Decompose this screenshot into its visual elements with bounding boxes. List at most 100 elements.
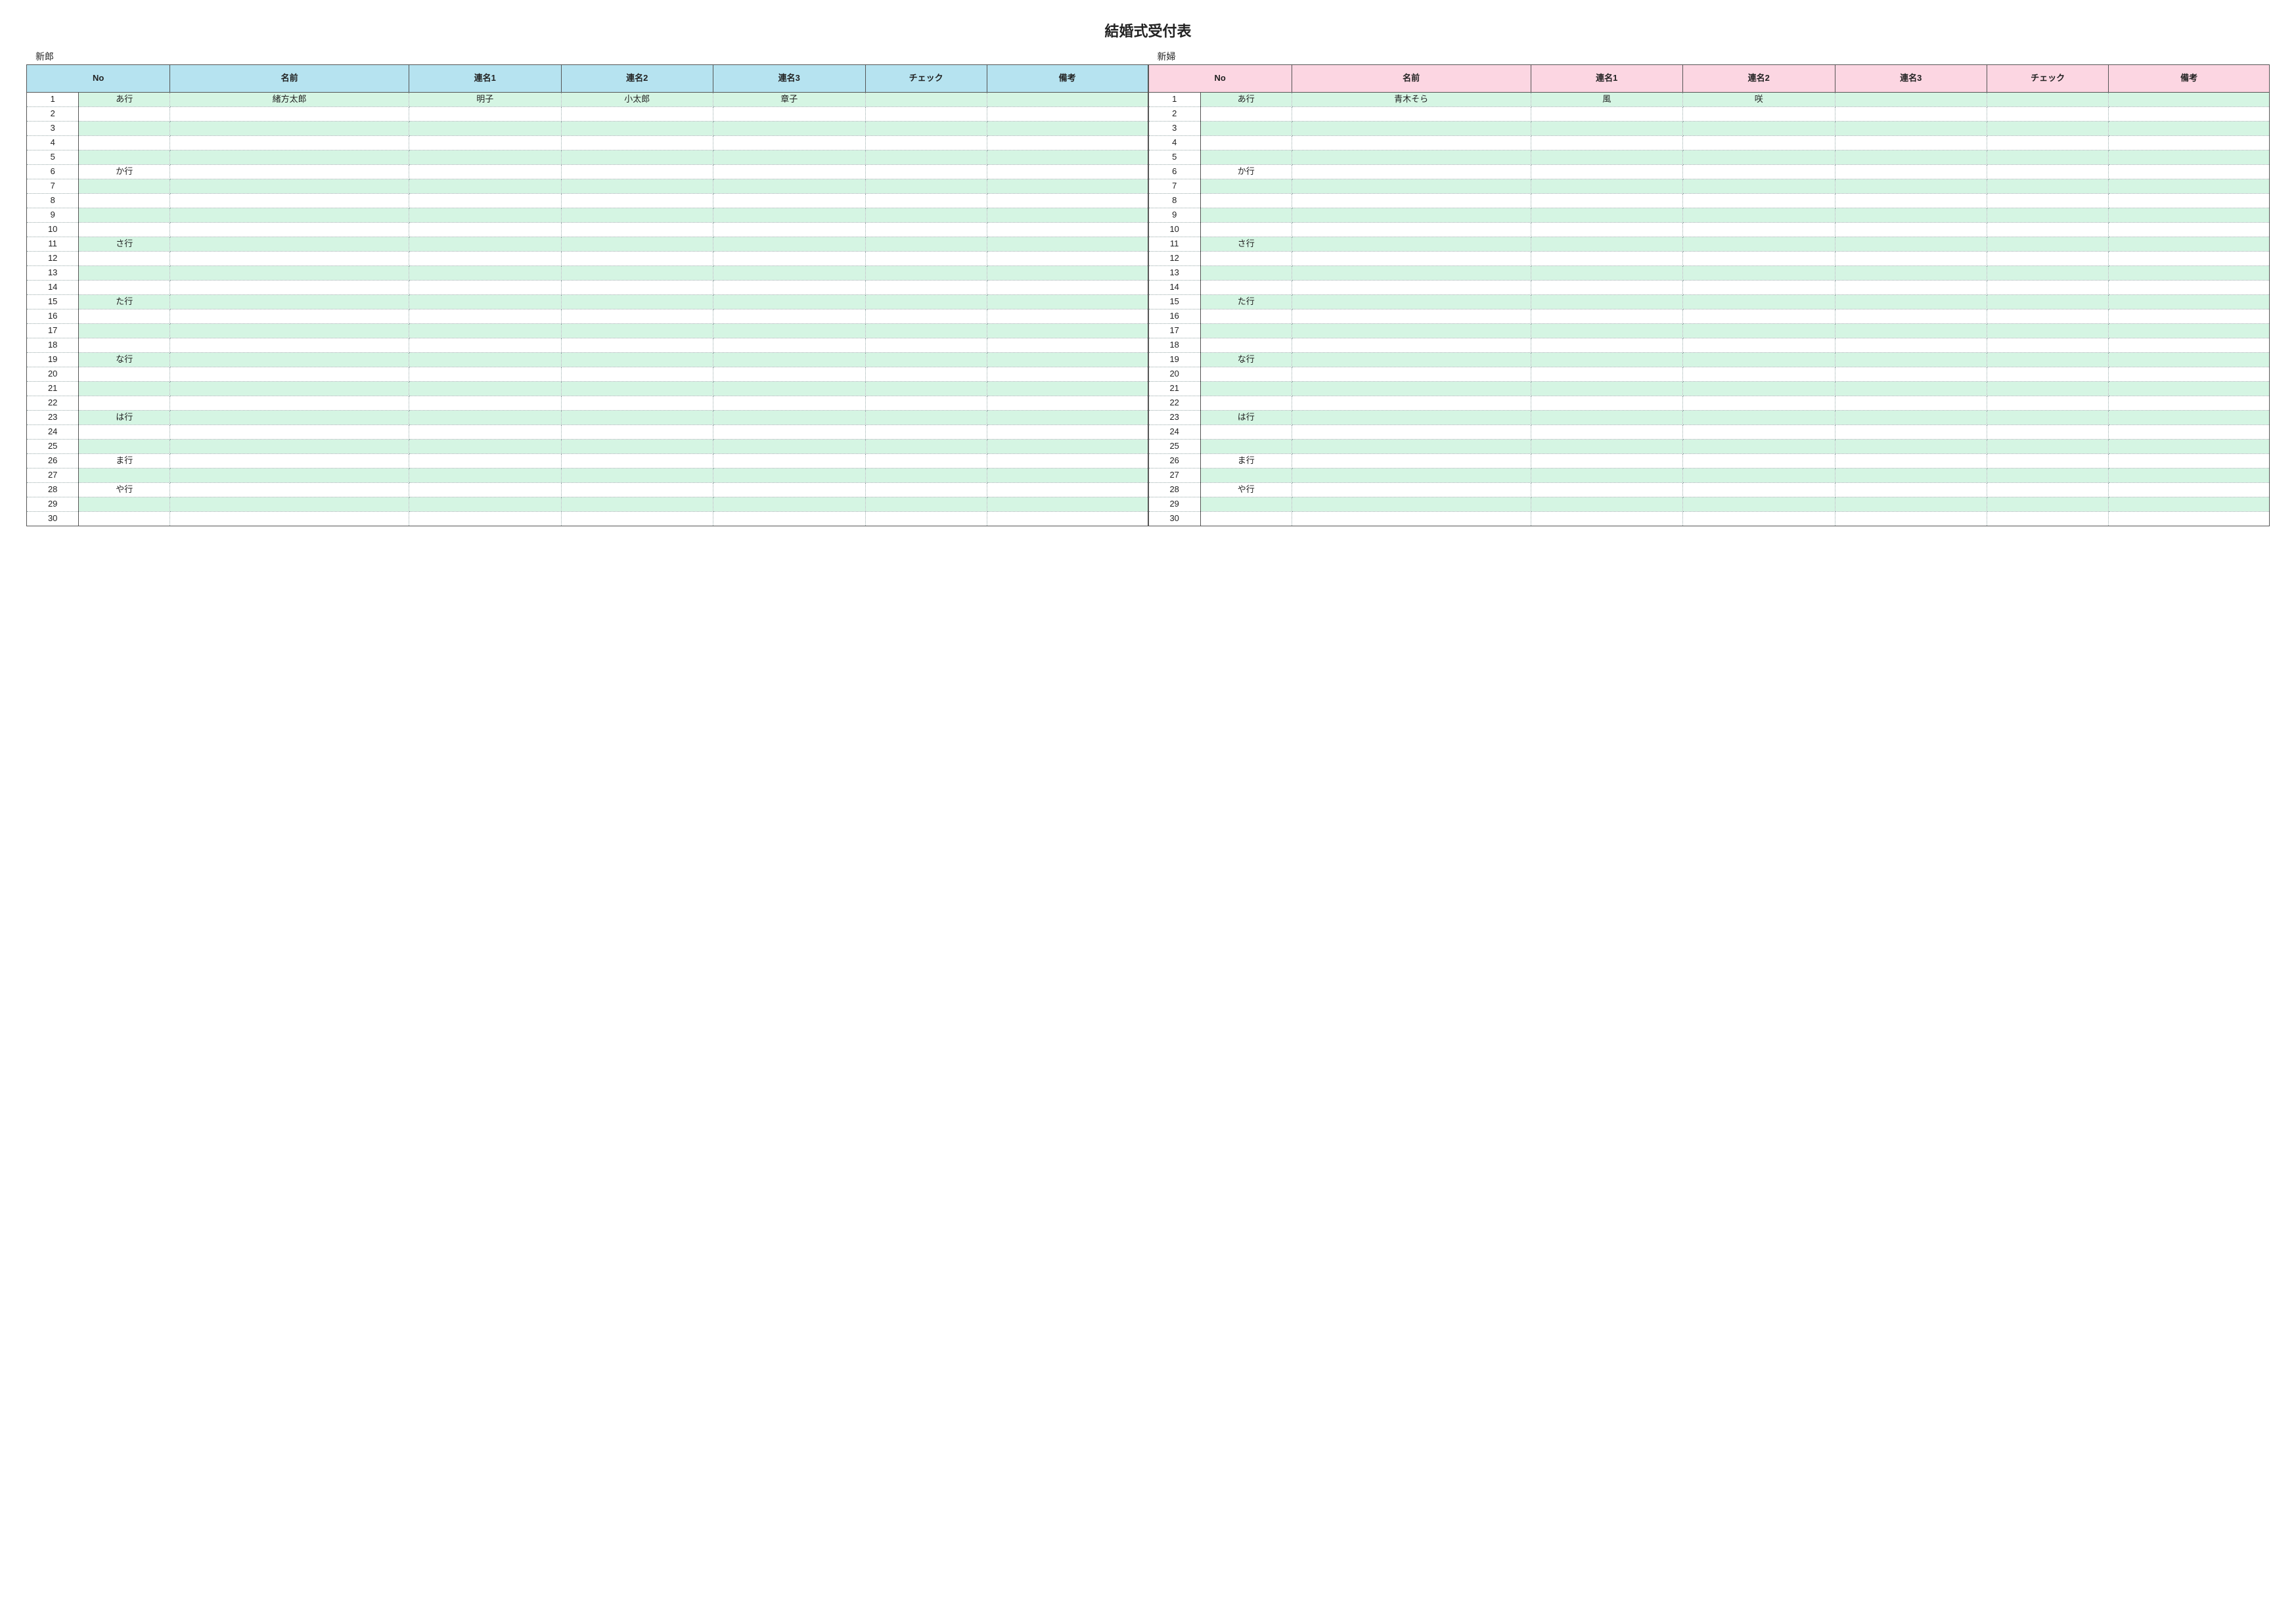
renmei3-cell [713, 425, 866, 440]
name-cell [1292, 324, 1531, 338]
name-cell [170, 338, 409, 353]
check-cell [865, 252, 987, 266]
renmei1-cell [1531, 512, 1683, 526]
check-cell [865, 223, 987, 237]
check-cell [1987, 122, 2109, 136]
name-cell [170, 309, 409, 324]
kana-cell [1200, 252, 1292, 266]
renmei2-cell [561, 324, 713, 338]
renmei3-cell [713, 295, 866, 309]
table-row: 16 [1148, 309, 2270, 324]
remark-cell [987, 122, 1148, 136]
kana-cell [1200, 469, 1292, 483]
col-header: 備考 [987, 65, 1148, 93]
check-cell [1987, 396, 2109, 411]
row-number: 1 [1148, 93, 1200, 107]
remark-cell [987, 107, 1148, 122]
remark-cell [2109, 295, 2270, 309]
kana-cell [1200, 179, 1292, 194]
renmei3-cell [1835, 382, 1987, 396]
table-row: 23は行 [27, 411, 1148, 425]
check-cell [1987, 483, 2109, 497]
table-row: 23は行 [1148, 411, 2270, 425]
name-cell [1292, 237, 1531, 252]
renmei2-cell [561, 179, 713, 194]
check-cell [865, 281, 987, 295]
remark-cell [987, 194, 1148, 208]
check-cell [865, 122, 987, 136]
table-row: 30 [27, 512, 1148, 526]
table-row: 8 [27, 194, 1148, 208]
row-number: 10 [27, 223, 79, 237]
name-cell [1292, 353, 1531, 367]
table-row: 5 [27, 150, 1148, 165]
kana-cell: や行 [1200, 483, 1292, 497]
check-cell [1987, 107, 2109, 122]
renmei3-cell [1835, 295, 1987, 309]
renmei3-cell [1835, 223, 1987, 237]
renmei2-cell [561, 208, 713, 223]
renmei3-cell: 章子 [713, 93, 866, 107]
renmei3-cell [713, 223, 866, 237]
renmei3-cell [713, 179, 866, 194]
row-number: 23 [27, 411, 79, 425]
kana-cell: か行 [1200, 165, 1292, 179]
renmei2-cell [561, 252, 713, 266]
check-cell [865, 512, 987, 526]
renmei2-cell [1683, 107, 1835, 122]
check-cell [1987, 295, 2109, 309]
kana-cell [79, 309, 170, 324]
check-cell [1987, 136, 2109, 150]
renmei3-cell [713, 122, 866, 136]
table-row: 9 [1148, 208, 2270, 223]
name-cell [1292, 208, 1531, 223]
col-header: 連名3 [1835, 65, 1987, 93]
remark-cell [2109, 165, 2270, 179]
renmei2-cell [1683, 425, 1835, 440]
kana-cell: た行 [79, 295, 170, 309]
row-number: 26 [27, 454, 79, 469]
renmei1-cell [1531, 107, 1683, 122]
check-cell [865, 136, 987, 150]
renmei3-cell [1835, 281, 1987, 295]
kana-cell: さ行 [1200, 237, 1292, 252]
side-label: 新郎 [26, 50, 1148, 64]
row-number: 14 [1148, 281, 1200, 295]
table-row: 24 [1148, 425, 2270, 440]
table-row: 25 [1148, 440, 2270, 454]
col-header: チェック [1987, 65, 2109, 93]
tables-wrap: 新郎No名前連名1連名2連名3チェック備考1あ行緒方太郎明子小太郎章子23456… [26, 50, 2270, 526]
check-cell [1987, 309, 2109, 324]
renmei3-cell [713, 353, 866, 367]
row-number: 7 [1148, 179, 1200, 194]
renmei3-cell [713, 281, 866, 295]
table-row: 19な行 [1148, 353, 2270, 367]
renmei2-cell [1683, 497, 1835, 512]
kana-cell: あ行 [79, 93, 170, 107]
name-cell [170, 411, 409, 425]
kana-cell [79, 512, 170, 526]
table-row: 30 [1148, 512, 2270, 526]
renmei2-cell [1683, 382, 1835, 396]
kana-cell [1200, 266, 1292, 281]
kana-cell [79, 382, 170, 396]
check-cell [865, 295, 987, 309]
name-cell [1292, 136, 1531, 150]
remark-cell [2109, 497, 2270, 512]
kana-cell [79, 440, 170, 454]
renmei1-cell [409, 338, 562, 353]
row-number: 18 [27, 338, 79, 353]
renmei2-cell [1683, 252, 1835, 266]
remark-cell [2109, 122, 2270, 136]
kana-cell [1200, 382, 1292, 396]
remark-cell [2109, 223, 2270, 237]
table-row: 21 [27, 382, 1148, 396]
name-cell [170, 266, 409, 281]
table-row: 4 [1148, 136, 2270, 150]
remark-cell [987, 440, 1148, 454]
renmei3-cell [1835, 266, 1987, 281]
renmei1-cell [1531, 122, 1683, 136]
table-row: 28や行 [1148, 483, 2270, 497]
table-row: 1あ行緒方太郎明子小太郎章子 [27, 93, 1148, 107]
check-cell [865, 425, 987, 440]
